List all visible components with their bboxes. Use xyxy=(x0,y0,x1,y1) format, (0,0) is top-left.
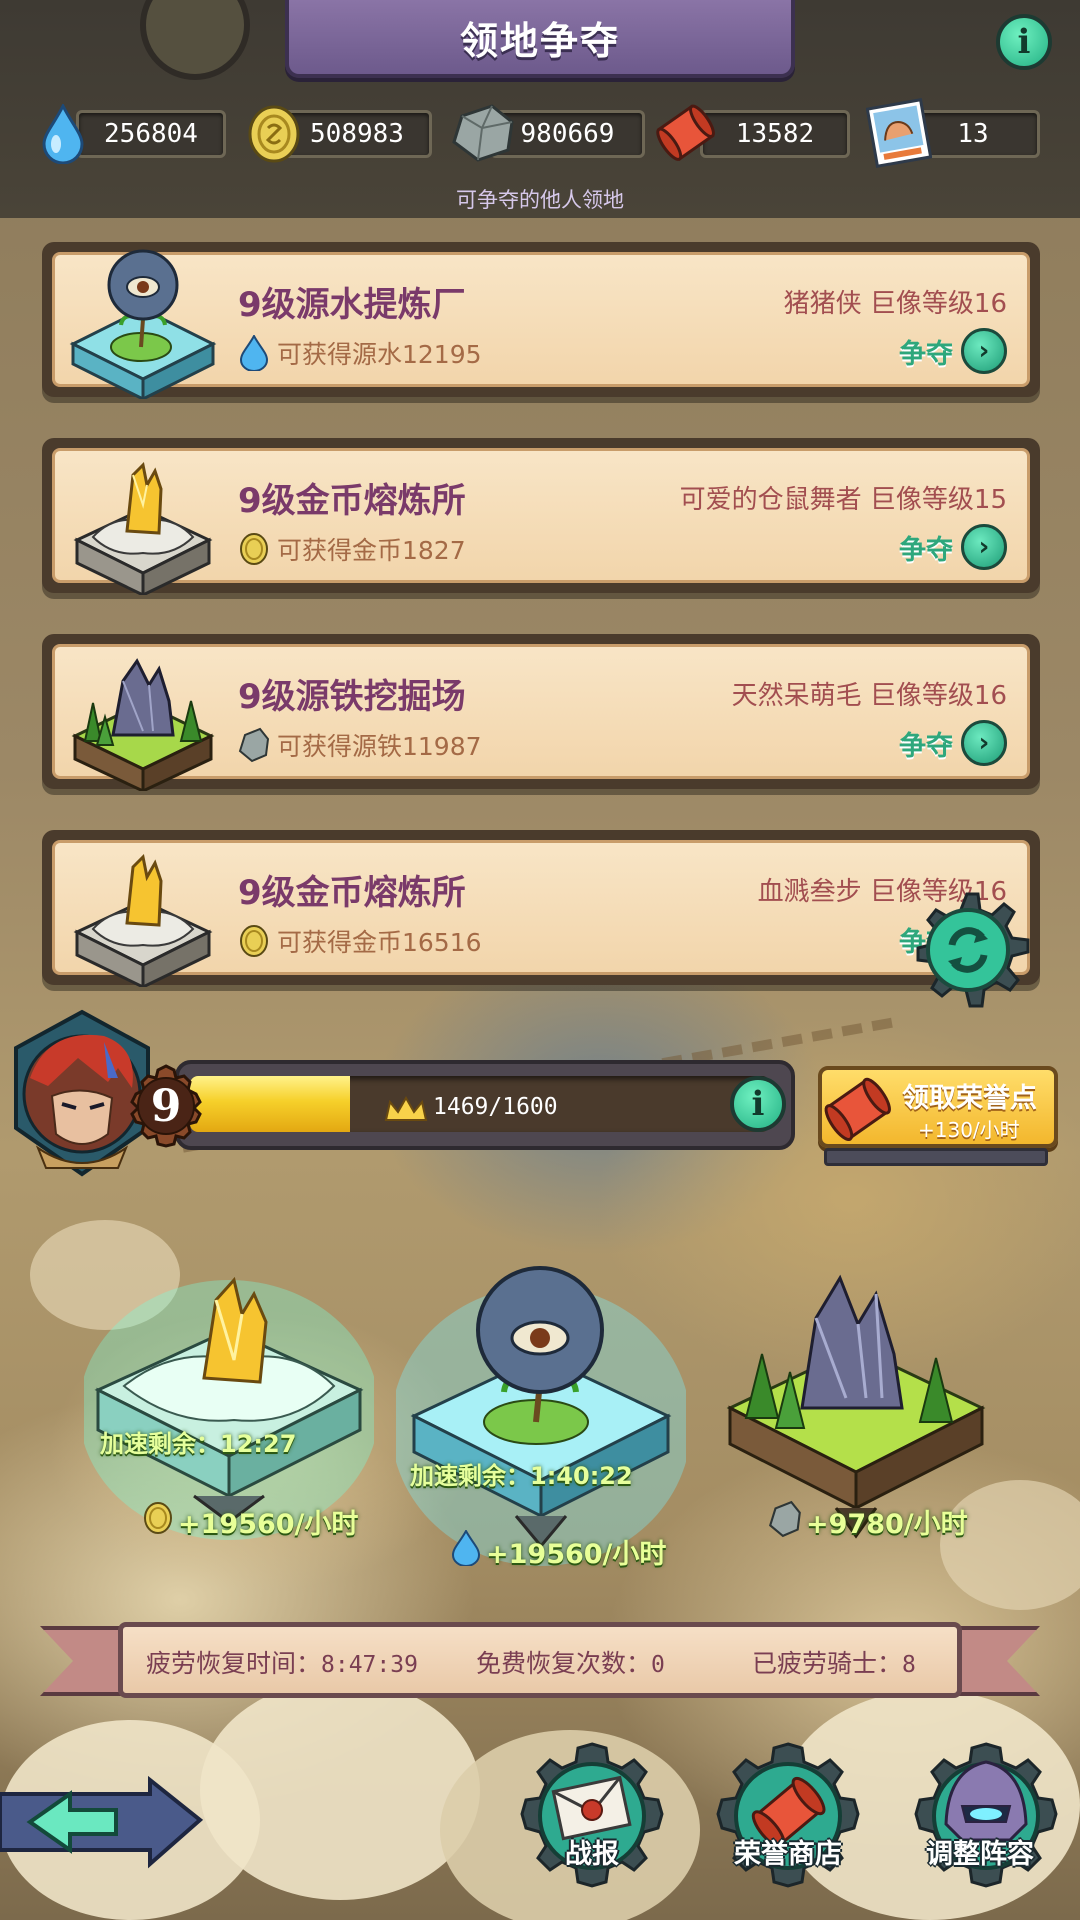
card-gain: 可获得源铁11987 xyxy=(277,732,482,761)
adjust-lineup-button[interactable] xyxy=(906,1740,1066,1900)
card-owner: 可爱的仓鼠舞者 巨像等级15 xyxy=(679,485,1007,515)
level-progress-text: 1469/1600 xyxy=(433,1094,558,1120)
free-recover: 免费恢复次数：0 xyxy=(476,1644,665,1680)
info-button[interactable]: i xyxy=(996,14,1052,70)
production-rate: +19560/小时 xyxy=(178,1509,359,1540)
free-recover-value: 0 xyxy=(651,1652,665,1678)
card-gain: 可获得金币16516 xyxy=(277,928,482,957)
back-button[interactable] xyxy=(0,1770,220,1880)
water-refinery-icon xyxy=(69,249,217,399)
gold-coin-icon xyxy=(248,105,300,163)
contest-button[interactable]: 争夺 › xyxy=(899,521,1007,573)
scroll-icon xyxy=(656,104,715,162)
card-owner: 天然呆萌毛 巨像等级16 xyxy=(731,681,1007,711)
fatigue-recover: 疲劳恢复时间：8:47:39 xyxy=(146,1644,418,1680)
muscle-card-icon xyxy=(866,98,932,168)
iron-ore-icon xyxy=(769,1500,801,1538)
resource-water-value: 256804 xyxy=(76,110,226,158)
target-card: 9级金币熔炼所 可获得金币1827 可爱的仓鼠舞者 巨像等级15 争夺 › xyxy=(42,438,1040,595)
production-rate: +9780/小时 xyxy=(806,1509,968,1540)
fatigue-recover-label: 疲劳恢复时间： xyxy=(146,1649,322,1678)
claim-honor-rate: +130/小时 xyxy=(918,1118,1020,1142)
tired-knights: 已疲劳骑士：8 xyxy=(752,1644,916,1680)
level-progress-fill xyxy=(190,1076,350,1132)
level-number: 9 xyxy=(150,1080,182,1132)
contest-button-label: 争夺 xyxy=(899,338,953,370)
adjust-lineup-label: 调整阵容 xyxy=(926,1839,1034,1870)
title-banner: 领地争夺 xyxy=(285,0,795,78)
tired-knights-label: 已疲劳骑士： xyxy=(752,1649,903,1678)
card-title: 9级源铁挖掘场 xyxy=(238,677,466,717)
level-info-button[interactable]: i xyxy=(730,1076,786,1132)
gold-smelter-icon xyxy=(73,853,213,987)
water-drop-icon xyxy=(239,335,269,371)
iron-ore-icon xyxy=(238,727,270,763)
speedup-remaining: 加速剩余：1:40:22 xyxy=(410,1462,633,1490)
gold-coin-icon xyxy=(144,1502,172,1534)
iron-ore-icon xyxy=(452,104,514,162)
card-title: 9级金币熔炼所 xyxy=(238,481,466,521)
owned-water-refinery[interactable] xyxy=(396,1266,686,1576)
gold-smelter-icon xyxy=(73,461,213,595)
chevron-right-icon: › xyxy=(961,524,1007,570)
contest-button-label: 争夺 xyxy=(899,730,953,762)
target-card: 9级源铁挖掘场 可获得源铁11987 天然呆萌毛 巨像等级16 争夺 › xyxy=(42,634,1040,791)
gold-coin-icon xyxy=(240,925,268,957)
gold-coin-icon xyxy=(240,533,268,565)
water-drop-icon xyxy=(451,1530,481,1566)
target-card: 9级金币熔炼所 可获得金币16516 血溅叁步 巨像等级16 争夺 › xyxy=(42,830,1040,987)
production-rate: +19560/小时 xyxy=(486,1539,667,1570)
subtitle: 可争夺的他人领地 xyxy=(456,188,624,212)
scroll-icon xyxy=(824,1077,891,1141)
card-gain: 可获得源水12195 xyxy=(277,340,482,369)
chevron-right-icon: › xyxy=(961,720,1007,766)
tired-knights-value: 8 xyxy=(902,1652,916,1678)
contest-button[interactable]: 争夺 › xyxy=(899,717,1007,769)
claim-honor-label: 领取荣誉点 xyxy=(902,1083,1037,1114)
resource-bar: 256804 508983 980669 13582 13 xyxy=(0,98,1080,168)
resource-gold-value: 508983 xyxy=(282,110,432,158)
battle-report-label: 战报 xyxy=(565,1839,619,1870)
battle-report-button[interactable] xyxy=(512,1740,672,1900)
refresh-button[interactable] xyxy=(908,885,1038,1015)
honor-shop-label: 荣誉商店 xyxy=(734,1839,842,1870)
target-card: 9级源水提炼厂 可获得源水12195 猪猪侠 巨像等级16 争夺 › xyxy=(42,242,1040,399)
cloud xyxy=(200,1680,480,1900)
water-drop-icon xyxy=(42,104,84,164)
card-gain: 可获得金币1827 xyxy=(277,536,466,565)
iron-mine-icon xyxy=(71,658,215,791)
claim-progress-bar xyxy=(824,1148,1048,1166)
fatigue-recover-value: 8:47:39 xyxy=(321,1652,418,1678)
card-title: 9级源水提炼厂 xyxy=(238,285,466,325)
chevron-right-icon: › xyxy=(961,328,1007,374)
card-owner: 猪猪侠 巨像等级16 xyxy=(783,289,1007,319)
resource-scroll-value: 13582 xyxy=(700,110,850,158)
honor-shop-button[interactable] xyxy=(708,1740,868,1900)
contest-button[interactable]: 争夺 › xyxy=(899,325,1007,377)
contest-button-label: 争夺 xyxy=(899,534,953,566)
page-title: 领地争夺 xyxy=(459,18,620,63)
crown-icon xyxy=(384,1096,428,1121)
free-recover-label: 免费恢复次数： xyxy=(476,1649,652,1678)
card-title: 9级金币熔炼所 xyxy=(238,873,466,913)
speedup-remaining: 加速剩余：12:27 xyxy=(100,1430,297,1458)
